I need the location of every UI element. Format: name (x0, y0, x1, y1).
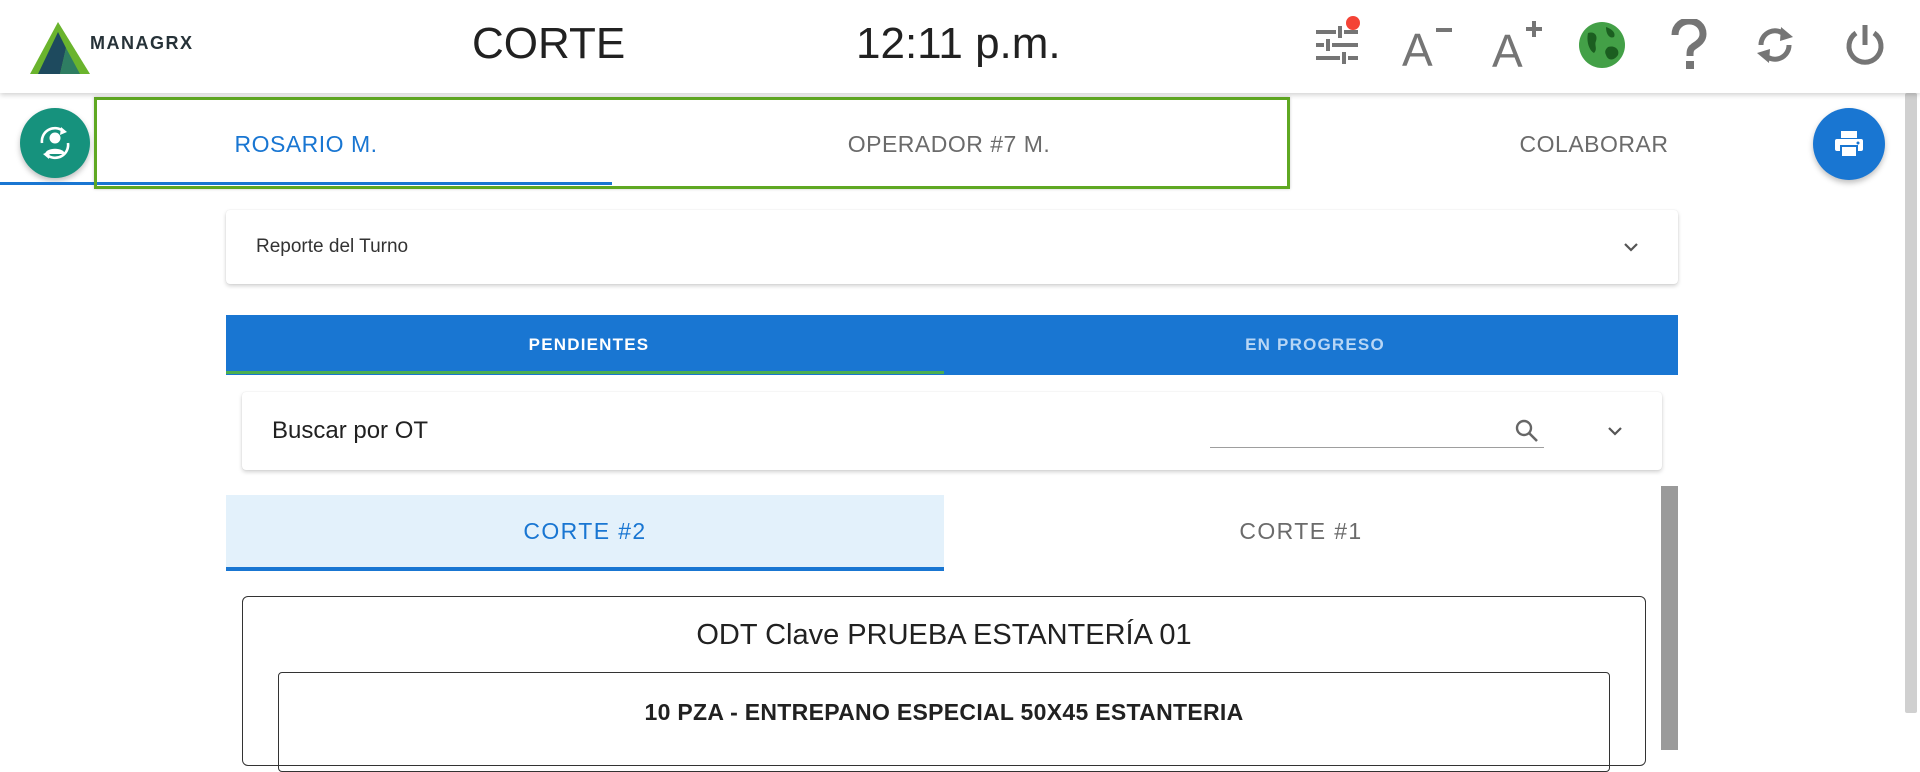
corte-tabs: CORTE #2 CORTE #1 (226, 495, 1658, 571)
language-button[interactable] (1577, 20, 1627, 70)
print-fab-button[interactable] (1813, 108, 1885, 180)
logo-text: MANAGRX (90, 33, 194, 53)
odt-item-label: 10 PZA - ENTREPANO ESPECIAL 50X45 ESTANT… (644, 699, 1244, 725)
power-button[interactable] (1840, 20, 1890, 70)
corte-tab-indicator (226, 567, 944, 571)
status-tabs: PENDIENTES EN PROGRESO (226, 315, 1678, 375)
status-tab-indicator (226, 371, 944, 374)
operator-tabs: ROSARIO M. OPERADOR #7 M. COLABORAR (0, 100, 1680, 188)
tab-pendientes[interactable]: PENDIENTES (226, 315, 952, 375)
content-scrollbar[interactable] (1661, 486, 1678, 750)
tab-corte-2[interactable]: CORTE #2 (226, 495, 944, 567)
chevron-down-icon[interactable] (1604, 420, 1626, 442)
search-icon[interactable] (1514, 418, 1540, 444)
power-icon (1846, 25, 1884, 65)
managrx-logo: MANAGRX (30, 18, 210, 74)
filters-button[interactable] (1312, 16, 1362, 70)
svg-text:A: A (1492, 25, 1523, 71)
tab-operator-7[interactable]: OPERADOR #7 M. (612, 100, 1286, 188)
globe-icon (1579, 22, 1625, 68)
tab-operator-rosario[interactable]: ROSARIO M. (0, 100, 612, 188)
help-icon (1671, 19, 1707, 69)
search-ot-panel: Buscar por OT (242, 392, 1662, 470)
notification-badge (1346, 16, 1360, 30)
odt-card: ODT Clave PRUEBA ESTANTERÍA 01 10 PZA - … (242, 596, 1646, 772)
filters-icon (1316, 26, 1358, 64)
shift-report-label: Reporte del Turno (256, 236, 409, 257)
clock-display: 12:11 p.m. (856, 19, 1061, 68)
tab-corte-1[interactable]: CORTE #1 (944, 495, 1658, 567)
refresh-button[interactable] (1750, 20, 1800, 70)
search-ot-title: Buscar por OT (272, 417, 429, 444)
font-decrease-icon: A (1402, 24, 1452, 70)
page-scrollbar[interactable] (1904, 93, 1920, 750)
screen-title: CORTE (472, 19, 626, 68)
odt-item[interactable]: 10 PZA - ENTREPANO ESPECIAL 50X45 ESTANT… (278, 672, 1610, 772)
app-header: MANAGRX CORTE 12:11 p.m. A A (0, 0, 1920, 93)
svg-text:A: A (1402, 24, 1433, 70)
font-decrease-button[interactable]: A (1398, 20, 1458, 70)
font-increase-icon: A (1492, 21, 1542, 71)
tab-en-progreso[interactable]: EN PROGRESO (952, 315, 1678, 375)
help-button[interactable] (1664, 19, 1714, 70)
tab-colaborar[interactable]: COLABORAR (1450, 100, 1738, 188)
shift-report-panel[interactable]: Reporte del Turno (226, 210, 1678, 284)
search-input[interactable] (1210, 410, 1544, 448)
font-increase-button[interactable]: A (1488, 20, 1548, 71)
printer-icon (1835, 131, 1863, 158)
page-scrollbar-thumb[interactable] (1905, 93, 1917, 713)
chevron-down-icon (1624, 243, 1638, 252)
active-tab-indicator (0, 182, 612, 185)
odt-title: ODT Clave PRUEBA ESTANTERÍA 01 (696, 619, 1192, 651)
logo-mark-icon (30, 22, 90, 74)
refresh-icon (1757, 27, 1793, 63)
